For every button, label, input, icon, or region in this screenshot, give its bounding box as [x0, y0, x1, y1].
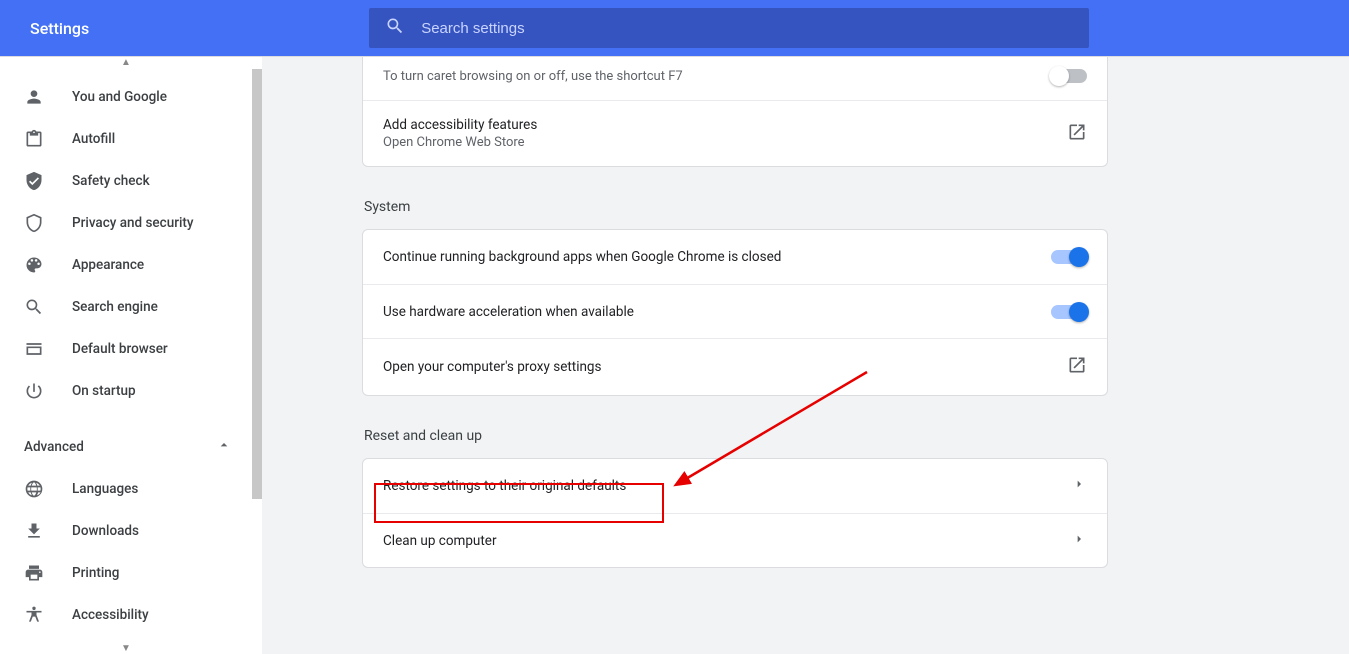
sidebar-scrollbar-thumb[interactable]	[252, 69, 262, 499]
sidebar-item-downloads[interactable]: Downloads	[0, 511, 250, 551]
sidebar-item-label: You and Google	[72, 89, 167, 105]
toggle-hardware-accel[interactable]	[1051, 305, 1087, 319]
sidebar-item-label: Privacy and security	[72, 215, 194, 231]
sidebar-item-safety[interactable]: Safety check	[0, 161, 250, 201]
row-restore-defaults[interactable]: Restore settings to their original defau…	[363, 459, 1107, 513]
download-icon	[24, 521, 44, 541]
open-external-icon	[1067, 122, 1087, 146]
header-title: Settings	[30, 19, 89, 38]
accessibility-icon	[24, 605, 44, 625]
scroll-up-arrow[interactable]: ▲	[0, 57, 252, 68]
sidebar-item-printing[interactable]: Printing	[0, 553, 250, 593]
sidebar-item-label: On startup	[72, 383, 136, 399]
row-add-accessibility[interactable]: Add accessibility features Open Chrome W…	[363, 100, 1107, 166]
row-clean-up[interactable]: Clean up computer	[363, 513, 1107, 567]
power-icon	[24, 381, 44, 401]
toggle-caret-browsing[interactable]	[1051, 69, 1087, 83]
search-icon	[385, 16, 421, 40]
search-box[interactable]	[369, 8, 1089, 48]
sidebar-scrollbar[interactable]	[252, 69, 262, 642]
clipboard-icon	[24, 129, 44, 149]
row-caret-browsing[interactable]: To turn caret browsing on or off, use th…	[363, 57, 1107, 100]
row-proxy-settings[interactable]: Open your computer's proxy settings	[363, 338, 1107, 395]
section-label-reset: Reset and clean up	[364, 428, 1108, 444]
sidebar-item-accessibility[interactable]: Accessibility	[0, 595, 250, 635]
browser-icon	[24, 339, 44, 359]
advanced-label: Advanced	[24, 439, 84, 455]
row-text: Add accessibility features	[383, 117, 537, 133]
scroll-down-arrow[interactable]: ▼	[0, 643, 252, 654]
chevron-right-icon	[1071, 531, 1087, 551]
accessibility-card: To turn caret browsing on or off, use th…	[362, 57, 1108, 167]
globe-icon	[24, 479, 44, 499]
sidebar-item-autofill[interactable]: Autofill	[0, 119, 250, 159]
section-label-system: System	[364, 199, 1108, 215]
sidebar-item-label: Accessibility	[72, 607, 149, 623]
sidebar-item-label: Languages	[72, 481, 138, 497]
person-icon	[24, 87, 44, 107]
sidebar-item-privacy[interactable]: Privacy and security	[0, 203, 250, 243]
row-text: Continue running background apps when Go…	[383, 249, 781, 265]
print-icon	[24, 563, 44, 583]
sidebar-item-label: Appearance	[72, 257, 144, 273]
shield-check-icon	[24, 171, 44, 191]
sidebar-item-languages[interactable]: Languages	[0, 469, 250, 509]
main-content: To turn caret browsing on or off, use th…	[262, 57, 1349, 654]
sidebar-category-advanced[interactable]: Advanced	[0, 427, 262, 467]
chevron-right-icon	[1071, 476, 1087, 496]
sidebar-item-label: Safety check	[72, 173, 150, 189]
row-text: Use hardware acceleration when available	[383, 304, 634, 320]
search-icon	[24, 297, 44, 317]
shield-icon	[24, 213, 44, 233]
sidebar-item-default[interactable]: Default browser	[0, 329, 250, 369]
search-input[interactable]	[421, 20, 1073, 37]
row-text: Open your computer's proxy settings	[383, 359, 601, 375]
chevron-up-icon	[216, 437, 232, 457]
row-background-apps[interactable]: Continue running background apps when Go…	[363, 230, 1107, 284]
sidebar-item-label: Downloads	[72, 523, 139, 539]
row-hardware-accel[interactable]: Use hardware acceleration when available	[363, 284, 1107, 338]
sidebar-item-startup[interactable]: On startup	[0, 371, 250, 411]
sidebar-item-you-google[interactable]: You and Google	[0, 77, 250, 117]
sidebar-item-appearance[interactable]: Appearance	[0, 245, 250, 285]
sidebar-advanced-list: Languages Downloads Printing Accessibili…	[0, 469, 262, 635]
sidebar-item-label: Default browser	[72, 341, 168, 357]
row-text: Clean up computer	[383, 533, 497, 549]
reset-card: Restore settings to their original defau…	[362, 458, 1108, 568]
row-text: Restore settings to their original defau…	[383, 478, 626, 494]
header-bar: Settings	[0, 0, 1349, 56]
palette-icon	[24, 255, 44, 275]
row-text: To turn caret browsing on or off, use th…	[383, 69, 683, 84]
row-subtext: Open Chrome Web Store	[383, 135, 537, 150]
toggle-background-apps[interactable]	[1051, 250, 1087, 264]
sidebar-item-label: Autofill	[72, 131, 115, 147]
sidebar-item-label: Search engine	[72, 299, 158, 315]
sidebar: ▲ You and Google Autofill Safety check P…	[0, 57, 262, 654]
sidebar-item-label: Printing	[72, 565, 119, 581]
system-card: Continue running background apps when Go…	[362, 229, 1108, 396]
sidebar-item-search[interactable]: Search engine	[0, 287, 250, 327]
open-external-icon	[1067, 355, 1087, 379]
